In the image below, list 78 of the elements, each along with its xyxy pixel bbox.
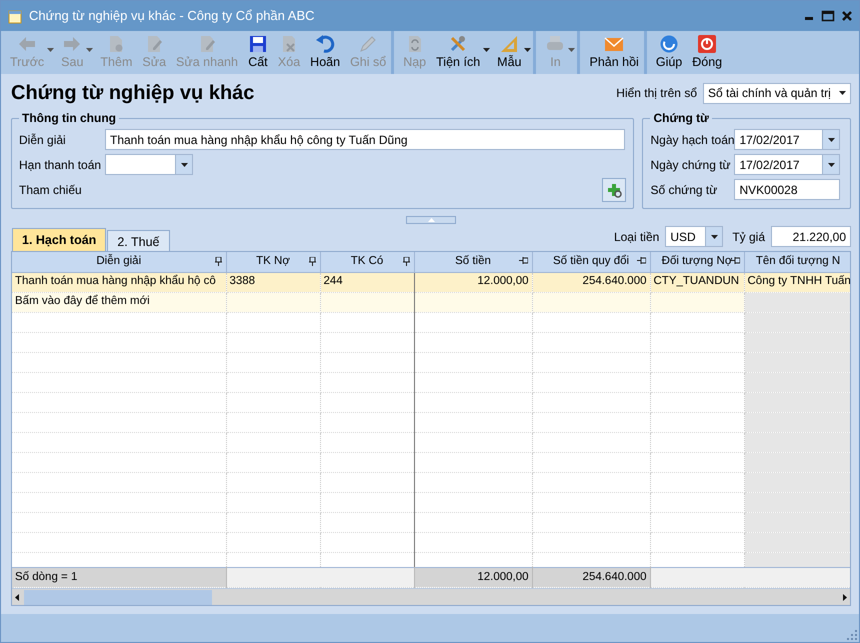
pin-icon[interactable] (214, 257, 222, 266)
row-count: Số dòng = 1 (12, 568, 226, 588)
group-title: Chứng từ (652, 111, 710, 125)
group-title: Thông tin chung (21, 111, 117, 125)
maximize-icon[interactable] (821, 10, 835, 22)
page-heading: Chứng từ nghiệp vụ khác (11, 81, 256, 106)
input-field[interactable]: NVK00028 (734, 179, 840, 200)
ledger-label: Hiển thị trên sổ (616, 85, 697, 102)
column-header[interactable]: TK Có (320, 252, 414, 272)
resize-grip-icon[interactable] (847, 630, 857, 640)
caret-icon (838, 91, 846, 95)
table-cell: 3388 (226, 272, 320, 292)
arrow-right-icon (62, 34, 82, 54)
field-label: Số chứng từ (650, 182, 718, 198)
pin-icon[interactable] (636, 257, 646, 264)
table-cell: Thanh toán mua hàng nhập khẩu hộ cô (12, 272, 226, 292)
new-row-hint[interactable]: Bấm vào đây để thêm mới (12, 292, 226, 312)
power-icon (697, 34, 718, 54)
column-header[interactable]: Tên đối tượng N (744, 252, 850, 272)
pin-icon[interactable] (518, 257, 528, 264)
toolbar-button[interactable]: Phản hồi (584, 31, 647, 74)
table-cell: 244 (320, 272, 414, 292)
toolbar-button[interactable]: Đóng (687, 31, 728, 74)
close-icon[interactable] (841, 10, 853, 22)
horizontal-scrollbar[interactable] (12, 588, 850, 605)
column-header[interactable]: Diễn giải (12, 252, 226, 272)
caret-icon (524, 48, 532, 52)
field-label: Diễn giải (19, 132, 67, 148)
pin-icon[interactable] (308, 257, 316, 266)
window-title: Chứng từ nghiệp vụ khác - Công ty Cổ phần ABC (29, 7, 315, 26)
caret-icon (568, 48, 576, 52)
toolbar-button[interactable]: Mẫu (492, 31, 536, 74)
add-reference-button[interactable] (602, 178, 626, 202)
table-cell: 254.640.000 (532, 272, 650, 292)
ledger-select[interactable]: Sổ tài chính và quản trị (703, 82, 851, 104)
caret-icon (47, 48, 54, 52)
caret-icon (483, 48, 490, 52)
pencil-icon (358, 34, 378, 54)
currency-select[interactable]: USD (665, 226, 724, 247)
caret-icon (828, 138, 835, 142)
pin-icon[interactable] (402, 257, 410, 266)
dropdown-field[interactable]: 17/02/2017 (734, 154, 840, 175)
field-label: Ngày chứng từ (650, 156, 730, 174)
save-icon (248, 34, 268, 54)
caret-icon (86, 48, 94, 52)
collapse-handle[interactable] (406, 216, 456, 224)
help-icon (659, 34, 680, 54)
pin-icon[interactable] (730, 257, 740, 264)
field-label: Hạn thanh toán (19, 156, 101, 174)
ruler-triangle-icon (499, 34, 520, 54)
tab[interactable]: 1. Hạch toán (12, 228, 106, 251)
rate-label: Tỷ giá (732, 228, 765, 246)
currency-label: Loại tiền (614, 228, 660, 246)
total-cell: 254.640.000 (532, 568, 650, 588)
column-header[interactable]: TK Nợ (226, 252, 320, 272)
dropdown-field[interactable] (105, 154, 193, 175)
total-cell: 12.000,00 (414, 568, 532, 588)
undo-icon (315, 34, 336, 54)
table-cell: 12.000,00 (414, 272, 532, 292)
collapse-icon (428, 218, 434, 222)
toolbar-button[interactable]: Tiện ích (431, 31, 492, 74)
app-icon (7, 8, 23, 24)
toolbar-button[interactable]: Giúp (650, 31, 688, 74)
dropdown-field[interactable]: 17/02/2017 (734, 129, 840, 150)
column-header[interactable]: Số tiền (414, 252, 532, 272)
field-label: Tham chiếu (19, 182, 83, 198)
table-cell: CTY_TUANDUN (650, 272, 744, 292)
toolbar-button[interactable]: Cất (242, 31, 273, 74)
toolbar-button[interactable]: Hoãn (305, 31, 346, 74)
caret-icon (710, 234, 718, 238)
column-header[interactable]: Đối tượng Nợ (650, 252, 744, 272)
input-field[interactable]: Thanh toán mua hàng nhập khẩu hộ công ty Tuấn Dũng (105, 129, 625, 150)
table-cell: Công ty TNHH Tuấn (744, 272, 850, 292)
tab[interactable]: 2. Thuế (107, 230, 170, 251)
caret-icon (828, 162, 835, 166)
rate-field[interactable]: 21.220,00 (771, 226, 851, 247)
caret-icon (180, 162, 188, 166)
column-header[interactable]: Số tiền quy đổi (532, 252, 650, 272)
